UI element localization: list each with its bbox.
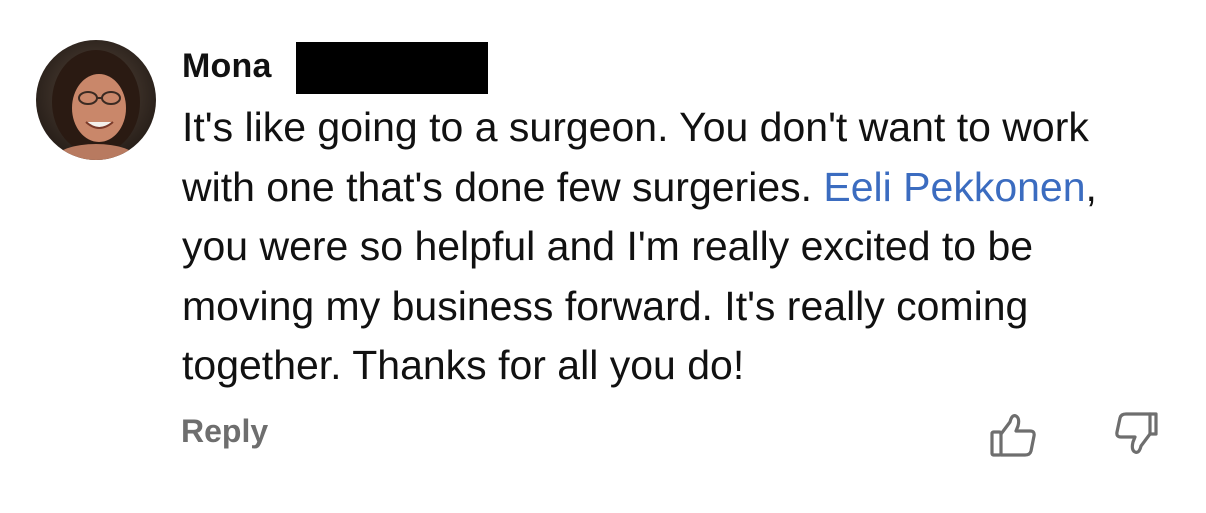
like-button[interactable] bbox=[988, 410, 1038, 460]
user-avatar-photo bbox=[36, 40, 156, 160]
dislike-button[interactable] bbox=[1110, 410, 1160, 460]
author-name[interactable]: Mona bbox=[182, 47, 272, 86]
comment-author[interactable]: Mona bbox=[182, 42, 272, 90]
thumbs-up-icon bbox=[990, 414, 1036, 457]
comment-card: Mona It's like going to a surgeon. You d… bbox=[0, 0, 1206, 513]
reply-button[interactable]: Reply bbox=[181, 413, 268, 450]
redaction-bar bbox=[296, 42, 488, 94]
mention-link[interactable]: Eeli Pekkonen bbox=[823, 164, 1085, 210]
thumbs-down-icon bbox=[1115, 412, 1158, 454]
avatar[interactable] bbox=[36, 40, 156, 160]
comment-body: It's like going to a surgeon. You don't … bbox=[182, 98, 1172, 396]
